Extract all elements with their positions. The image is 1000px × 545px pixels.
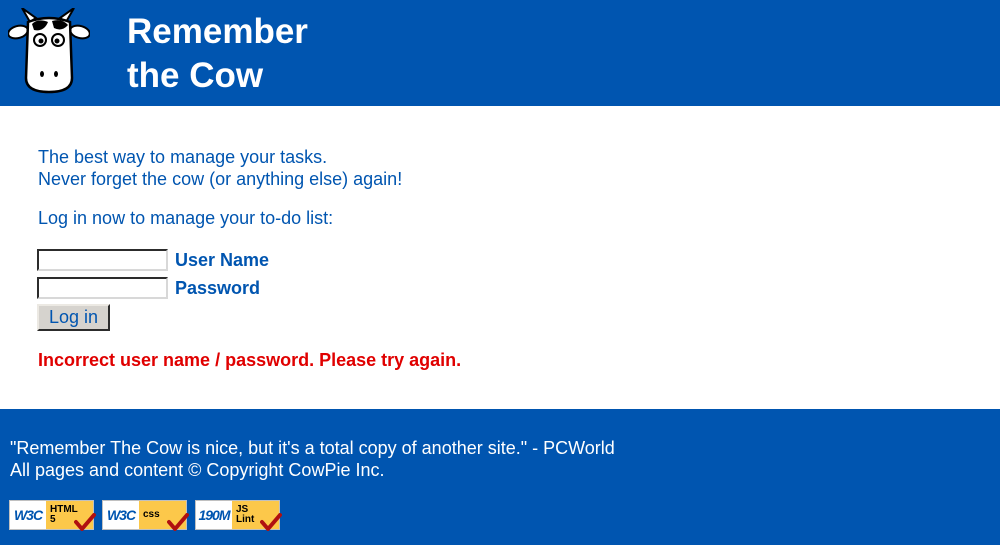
login-prompt: Log in now to manage your to-do list: (38, 208, 334, 228)
password-label: Password (175, 277, 261, 298)
site-title-line2: the Cow (127, 56, 264, 95)
password-input[interactable] (37, 277, 168, 299)
password-row: Password (37, 275, 260, 301)
w3c-html5-badge[interactable]: W3C HTML 5 (9, 500, 96, 531)
check-icon (74, 513, 96, 531)
site-title-line1: Remember (127, 12, 308, 51)
tagline-line1: The best way to manage your tasks. (38, 147, 328, 167)
error-message: Incorrect user name / password. Please t… (38, 350, 462, 370)
login-section: The best way to manage your tasks. Never… (0, 106, 1000, 409)
username-input[interactable] (37, 249, 168, 271)
cow-logo-icon[interactable] (8, 8, 90, 96)
login-button[interactable]: Log in (37, 304, 110, 331)
jslint-badge[interactable]: 190M JS Lint (195, 500, 282, 531)
badge-left-text: 190M (198, 507, 230, 523)
badge-left-text: W3C (13, 507, 43, 523)
footer-quote: "Remember The Cow is nice, but it's a to… (10, 438, 615, 458)
site-header: Remember the Cow (0, 0, 1000, 106)
footer-text: "Remember The Cow is nice, but it's a to… (10, 437, 615, 481)
check-icon (260, 513, 282, 531)
username-row: User Name (37, 247, 269, 273)
tagline: The best way to manage your tasks. Never… (38, 146, 402, 190)
site-footer: "Remember The Cow is nice, but it's a to… (0, 409, 1000, 545)
site-title[interactable]: Remember the Cow (127, 10, 308, 98)
tagline-line2: Never forget the cow (or anything else) … (38, 169, 403, 189)
validation-badges: W3C HTML 5 W3C css 190M JS Lint (9, 500, 282, 531)
username-label: User Name (175, 249, 270, 270)
footer-copyright: All pages and content © Copyright CowPie… (10, 460, 385, 480)
badge-left-text: W3C (106, 507, 136, 523)
w3c-css-badge[interactable]: W3C css (102, 500, 189, 531)
check-icon (167, 513, 189, 531)
